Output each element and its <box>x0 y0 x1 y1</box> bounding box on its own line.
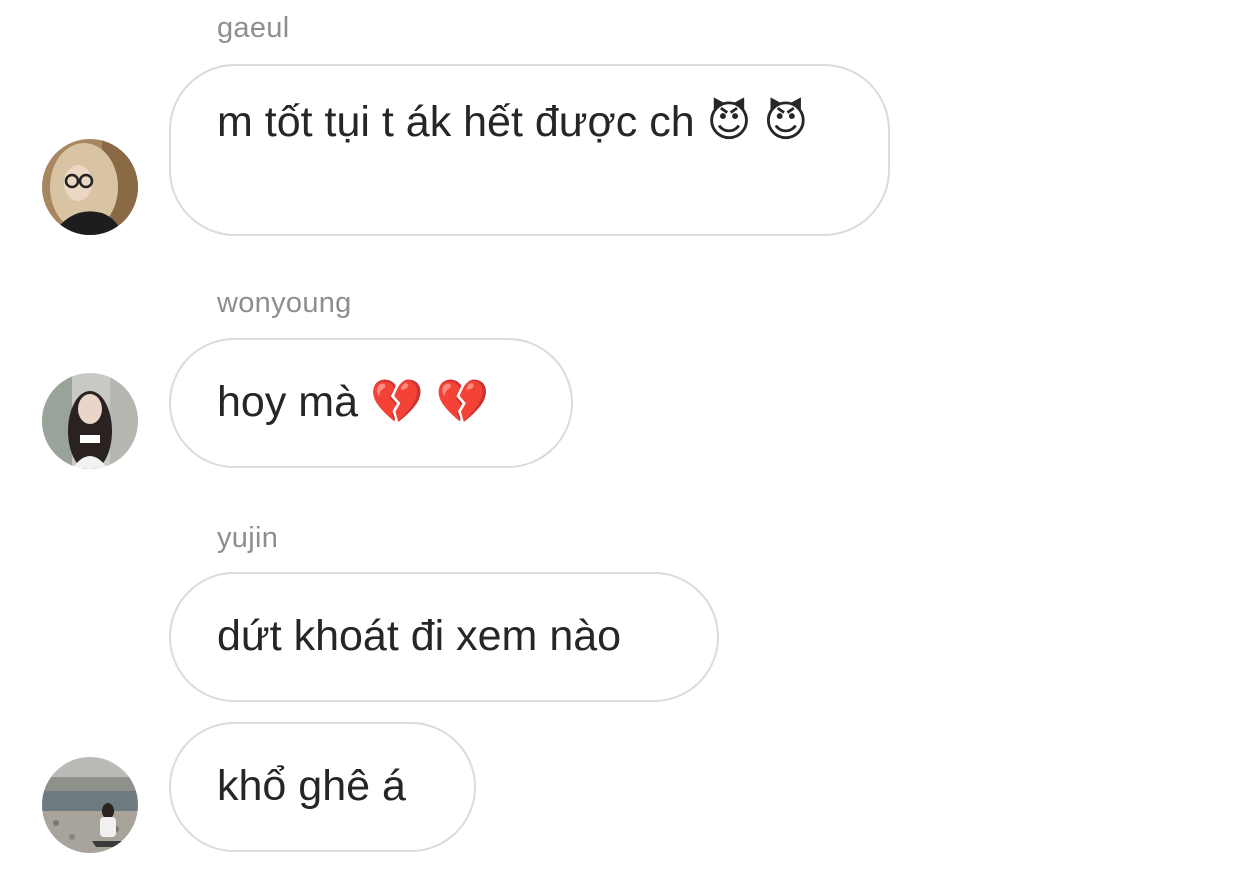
message-text: dứt khoát đi xem nào <box>217 612 622 660</box>
girl-long-dark-hair-avatar-icon <box>42 373 138 469</box>
sender-name: yujin <box>217 522 279 554</box>
message-text: khổ ghê á <box>217 762 406 810</box>
avatar[interactable] <box>42 373 138 469</box>
avatar[interactable] <box>42 139 138 235</box>
message-bubble[interactable]: hoy mà 💔 💔 <box>169 338 573 468</box>
message-bubble[interactable]: khổ ghê á <box>169 722 476 852</box>
message-bubble[interactable]: dứt khoát đi xem nào <box>169 572 719 702</box>
avatar[interactable] <box>42 757 138 853</box>
girl-at-beach-avatar-icon <box>42 757 138 853</box>
message-bubble[interactable]: m tốt tụi t ák hết được ch 😈 😈 <box>169 64 890 236</box>
sender-name: gaeul <box>217 12 290 44</box>
sender-name: wonyoung <box>217 287 352 319</box>
girl-with-glasses-avatar-icon <box>42 139 138 235</box>
message-text: m tốt tụi t ák hết được ch 😈 😈 <box>217 98 809 146</box>
message-text: hoy mà 💔 💔 <box>217 378 489 426</box>
